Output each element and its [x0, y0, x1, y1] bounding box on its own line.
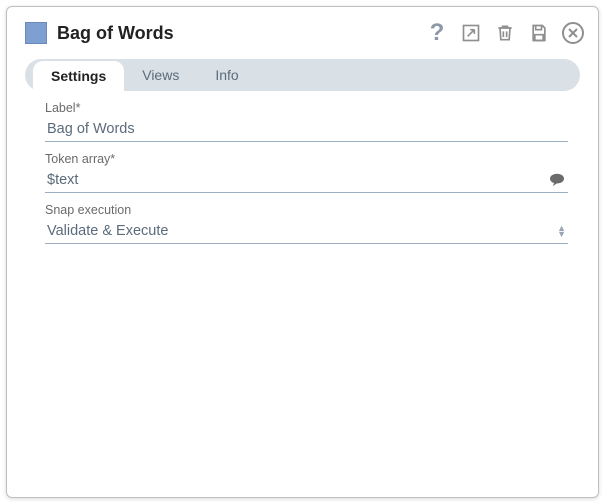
- field-label: Label* Bag of Words: [45, 101, 568, 142]
- tab-settings[interactable]: Settings: [33, 61, 124, 91]
- label-input[interactable]: Bag of Words: [45, 116, 568, 142]
- tab-views[interactable]: Views: [124, 59, 197, 91]
- tab-info[interactable]: Info: [197, 59, 256, 91]
- suggest-icon[interactable]: [548, 173, 568, 187]
- field-snap-execution: Snap execution Validate & Execute ▲ ▼: [45, 203, 568, 244]
- export-icon[interactable]: [460, 22, 482, 44]
- snap-color-swatch: [25, 22, 47, 44]
- trash-icon[interactable]: [494, 22, 516, 44]
- titlebar-actions: ?: [426, 22, 584, 44]
- chevron-updown-icon: ▲ ▼: [557, 225, 568, 237]
- dialog-title: Bag of Words: [57, 23, 174, 44]
- close-icon[interactable]: [562, 22, 584, 44]
- save-icon[interactable]: [528, 22, 550, 44]
- label-caption: Label*: [45, 101, 568, 115]
- label-value: Bag of Words: [47, 119, 568, 139]
- snap-execution-caption: Snap execution: [45, 203, 568, 217]
- token-array-value: $text: [47, 170, 548, 190]
- form-area: Label* Bag of Words Token array* $text S…: [7, 91, 598, 497]
- snap-execution-value: Validate & Execute: [47, 221, 557, 241]
- dialog-window: Bag of Words ?: [6, 6, 599, 498]
- field-token-array: Token array* $text: [45, 152, 568, 193]
- titlebar: Bag of Words ?: [7, 7, 598, 59]
- tab-bar: Settings Views Info: [25, 59, 580, 91]
- token-array-input[interactable]: $text: [45, 167, 568, 193]
- token-array-caption: Token array*: [45, 152, 568, 166]
- help-icon[interactable]: ?: [426, 22, 448, 44]
- snap-execution-select[interactable]: Validate & Execute ▲ ▼: [45, 218, 568, 244]
